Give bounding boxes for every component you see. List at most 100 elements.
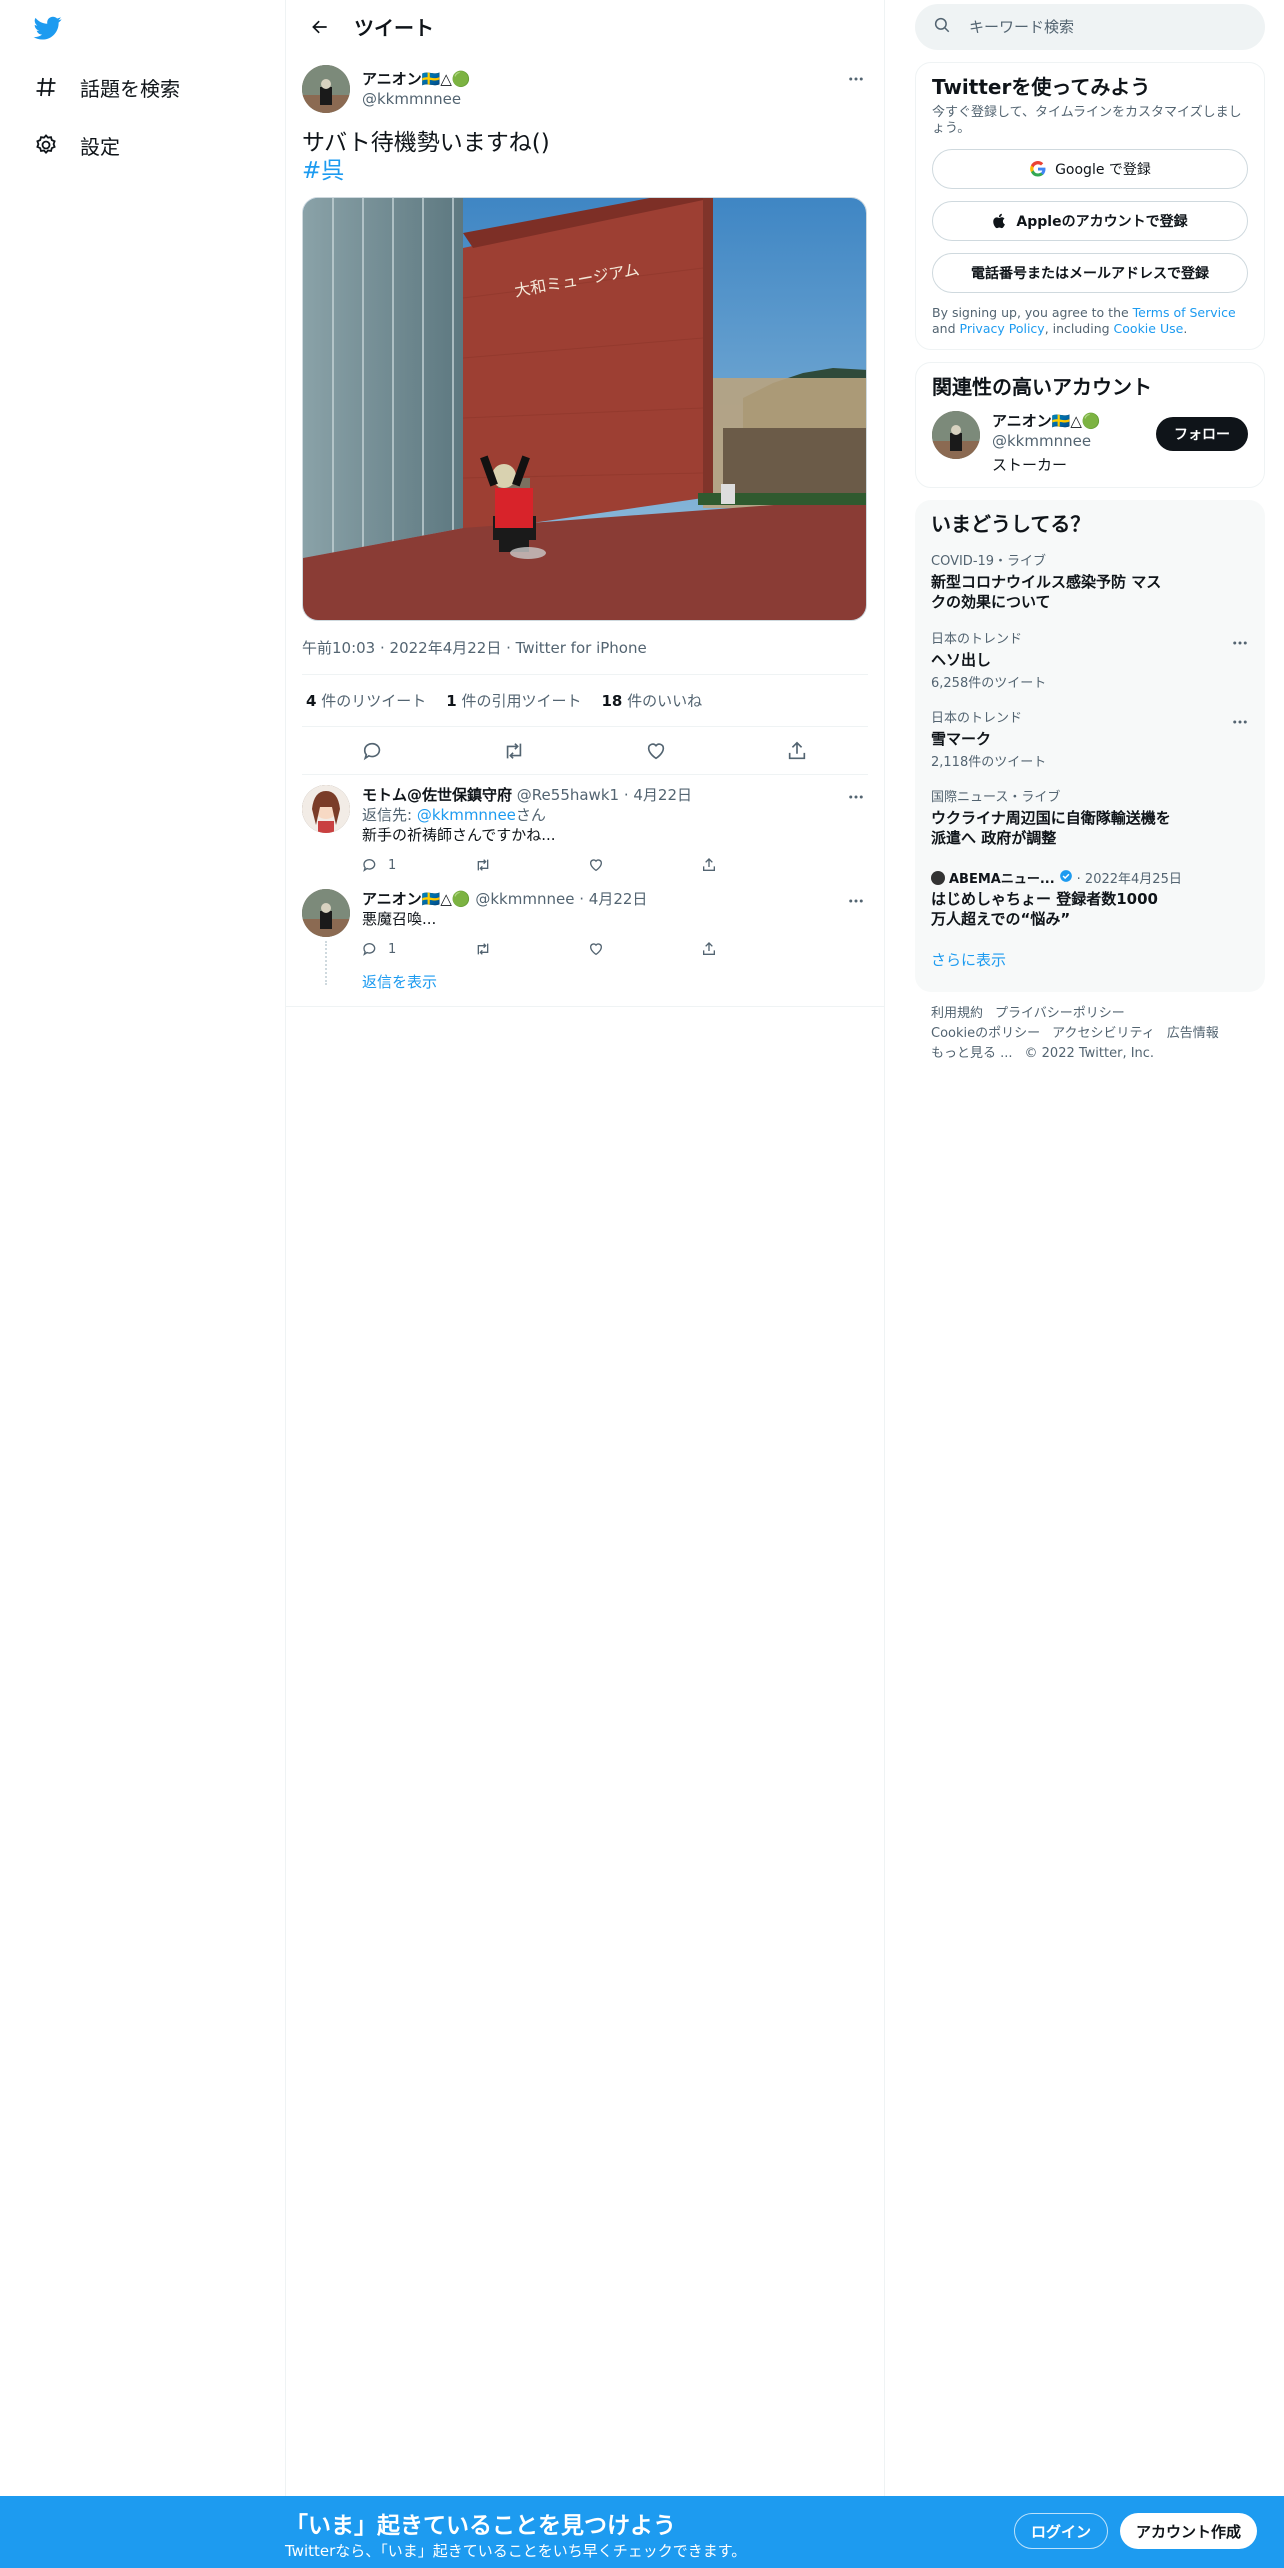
login-button[interactable]: ログイン	[1014, 2513, 1109, 2549]
reply-date[interactable]: · 4月22日	[579, 890, 647, 908]
twitter-logo-icon[interactable]	[32, 14, 64, 42]
trend-item[interactable]: 国際ニュース・ライブ ウクライナ周辺国に自衛隊輸送機を派遣へ 政府が調整	[931, 780, 1249, 858]
banner-subtitle: Twitterなら、「いま」起きていることをいち早くチェックできます。	[285, 2542, 747, 2560]
avatar[interactable]	[302, 889, 350, 937]
author-name[interactable]: アニオン🇸🇪△🟢	[362, 69, 471, 89]
related-account[interactable]: アニオン🇸🇪△🟢 @kkmmnnee ストーカー フォロー	[932, 411, 1248, 475]
reply-button[interactable]: 1	[362, 857, 475, 873]
reply-button[interactable]: 1	[362, 941, 475, 957]
show-more-link[interactable]: さらに表示	[931, 939, 1249, 980]
nav-explore-label: 話題を検索	[80, 76, 180, 101]
retweets-stat[interactable]: 4 件のリツイート	[306, 690, 426, 711]
search-input[interactable]	[969, 18, 1229, 36]
reply-to-handle[interactable]: @kkmmnnee	[417, 806, 516, 824]
tweet-actions	[302, 727, 868, 775]
related-handle[interactable]: @kkmmnnee	[992, 431, 1156, 451]
trend-category: 日本のトレンド	[931, 711, 1023, 726]
reply-author-name[interactable]: アニオン🇸🇪△🟢	[362, 890, 471, 908]
divider	[286, 1006, 884, 1007]
main-tweet: アニオン🇸🇪△🟢 @kkmmnnee サバト待機勢いますね() #呉 大和ミュー…	[286, 53, 884, 775]
reply-tweet[interactable]: モトム@佐世保鎮守府 @Re55hawk1 · 4月22日 返信先: @kkmm…	[286, 775, 884, 885]
page-title: ツイート	[354, 16, 434, 40]
avatar[interactable]	[302, 65, 350, 113]
google-signup-button[interactable]: Google で登録	[932, 149, 1248, 189]
tweet-timestamp[interactable]: 午前10:03 · 2022年4月22日 · Twitter for iPhon…	[302, 637, 868, 675]
footer-link[interactable]: もっと見る ...	[931, 1046, 1013, 1061]
terms-link[interactable]: Terms of Service	[1133, 305, 1236, 320]
reply-date[interactable]: · 4月22日	[624, 786, 692, 804]
footer-link[interactable]: Cookieのポリシー	[931, 1026, 1040, 1041]
more-icon[interactable]	[1231, 713, 1249, 735]
reply-author-handle[interactable]: @Re55hawk1	[517, 786, 619, 804]
create-account-button[interactable]: アカウント作成	[1120, 2513, 1258, 2549]
more-icon[interactable]	[844, 67, 868, 91]
signup-legal: By signing up, you agree to the Terms of…	[932, 305, 1248, 337]
trend-item[interactable]: COVID-19・ライブ 新型コロナウイルス感染予防 マスクの効果について	[931, 544, 1249, 622]
share-button[interactable]	[701, 857, 814, 873]
avatar[interactable]	[932, 411, 980, 459]
likes-stat[interactable]: 18 件のいいね	[601, 690, 702, 711]
back-arrow-icon[interactable]	[302, 9, 338, 45]
cookie-link[interactable]: Cookie Use	[1114, 321, 1184, 336]
like-button[interactable]	[588, 857, 701, 873]
nav-settings[interactable]: 設定	[32, 125, 120, 165]
quotes-stat[interactable]: 1 件の引用ツイート	[446, 690, 581, 711]
reply-text: 新手の祈祷師さんですかね...	[362, 826, 556, 844]
more-icon[interactable]	[844, 785, 868, 809]
tweet-body: サバト待機勢いますね()	[302, 130, 550, 156]
legal-text: .	[1183, 321, 1188, 336]
trend-item[interactable]: ABEMAニュー... · 2022年4月25日 はじめしゃちょー 登録者数10…	[931, 858, 1249, 939]
like-button[interactable]	[588, 941, 701, 957]
nav-explore[interactable]: 話題を検索	[32, 67, 180, 107]
footer-link[interactable]: アクセシビリティ	[1052, 1026, 1155, 1041]
share-icon[interactable]	[780, 734, 814, 768]
tweet-text: サバト待機勢いますね() #呉	[302, 129, 868, 185]
follow-button[interactable]: フォロー	[1156, 417, 1248, 451]
reply-tweet[interactable]: アニオン🇸🇪△🟢 @kkmmnnee · 4月22日 悪魔召喚... 1 返信を…	[286, 885, 884, 1006]
reply-to-suffix: さん	[515, 806, 546, 824]
signup-subtitle: 今すぐ登録して、タイムラインをカスタマイズしましょう。	[932, 105, 1242, 136]
page-header: ツイート	[286, 0, 884, 53]
signup-card: Twitterを使ってみよう 今すぐ登録して、タイムラインをカスタマイズしましょ…	[915, 62, 1265, 350]
retweet-button[interactable]	[475, 857, 588, 873]
share-button[interactable]	[701, 941, 814, 957]
reply-icon[interactable]	[356, 734, 390, 768]
show-replies-link[interactable]: 返信を表示	[362, 969, 868, 1006]
reply-author-handle[interactable]: @kkmmnnee	[475, 890, 574, 908]
verified-icon	[1059, 869, 1073, 887]
like-icon[interactable]	[639, 734, 673, 768]
more-icon[interactable]	[1231, 634, 1249, 656]
trend-item[interactable]: 日本のトレンド 雪マーク 2,118件のツイート	[931, 701, 1249, 780]
museum-photo: 大和ミュージアム	[303, 198, 866, 620]
footer-link[interactable]: プライバシーポリシー	[995, 1006, 1125, 1021]
privacy-link[interactable]: Privacy Policy	[960, 321, 1045, 336]
apple-signup-button[interactable]: Appleのアカウントで登録	[932, 201, 1248, 241]
more-icon[interactable]	[844, 889, 868, 913]
trend-title: 新型コロナウイルス感染予防 マスクの効果について	[931, 573, 1162, 611]
gear-icon	[32, 131, 60, 159]
reply-to-line: 返信先: @kkmmnneeさん	[362, 805, 868, 825]
google-icon	[1029, 160, 1047, 178]
google-signup-label: Google で登録	[1055, 162, 1151, 178]
reply-text: 悪魔召喚...	[362, 910, 437, 928]
trend-item[interactable]: 日本のトレンド ヘソ出し 6,258件のツイート	[931, 622, 1249, 701]
reply-to-prefix: 返信先:	[362, 806, 417, 824]
tweet-photo[interactable]: 大和ミュージアム	[302, 197, 867, 621]
trend-category: 国際ニュース・ライブ	[931, 790, 1061, 805]
banner-title: 「いま」起きていることを見つけよう	[285, 2513, 676, 2539]
author-handle[interactable]: @kkmmnnee	[362, 89, 471, 109]
footer-link[interactable]: 広告情報	[1167, 1026, 1219, 1041]
related-bio: ストーカー	[992, 456, 1068, 474]
search-box[interactable]	[915, 4, 1265, 50]
reply-author-name[interactable]: モトム@佐世保鎮守府	[362, 786, 512, 804]
related-name[interactable]: アニオン🇸🇪△🟢	[992, 411, 1156, 431]
footer: 利用規約 プライバシーポリシー Cookieのポリシー アクセシビリティ 広告情報 も…	[915, 992, 1265, 1076]
avatar[interactable]	[302, 785, 350, 833]
footer-link[interactable]: 利用規約	[931, 1006, 983, 1021]
retweet-icon[interactable]	[497, 734, 531, 768]
reply-icon	[363, 943, 376, 956]
retweet-button[interactable]	[475, 941, 588, 957]
quotes-label: 件の引用ツイート	[461, 692, 582, 710]
hashtag-link[interactable]: #呉	[302, 157, 868, 185]
phone-email-signup-button[interactable]: 電話番号またはメールアドレスで登録	[932, 253, 1248, 293]
